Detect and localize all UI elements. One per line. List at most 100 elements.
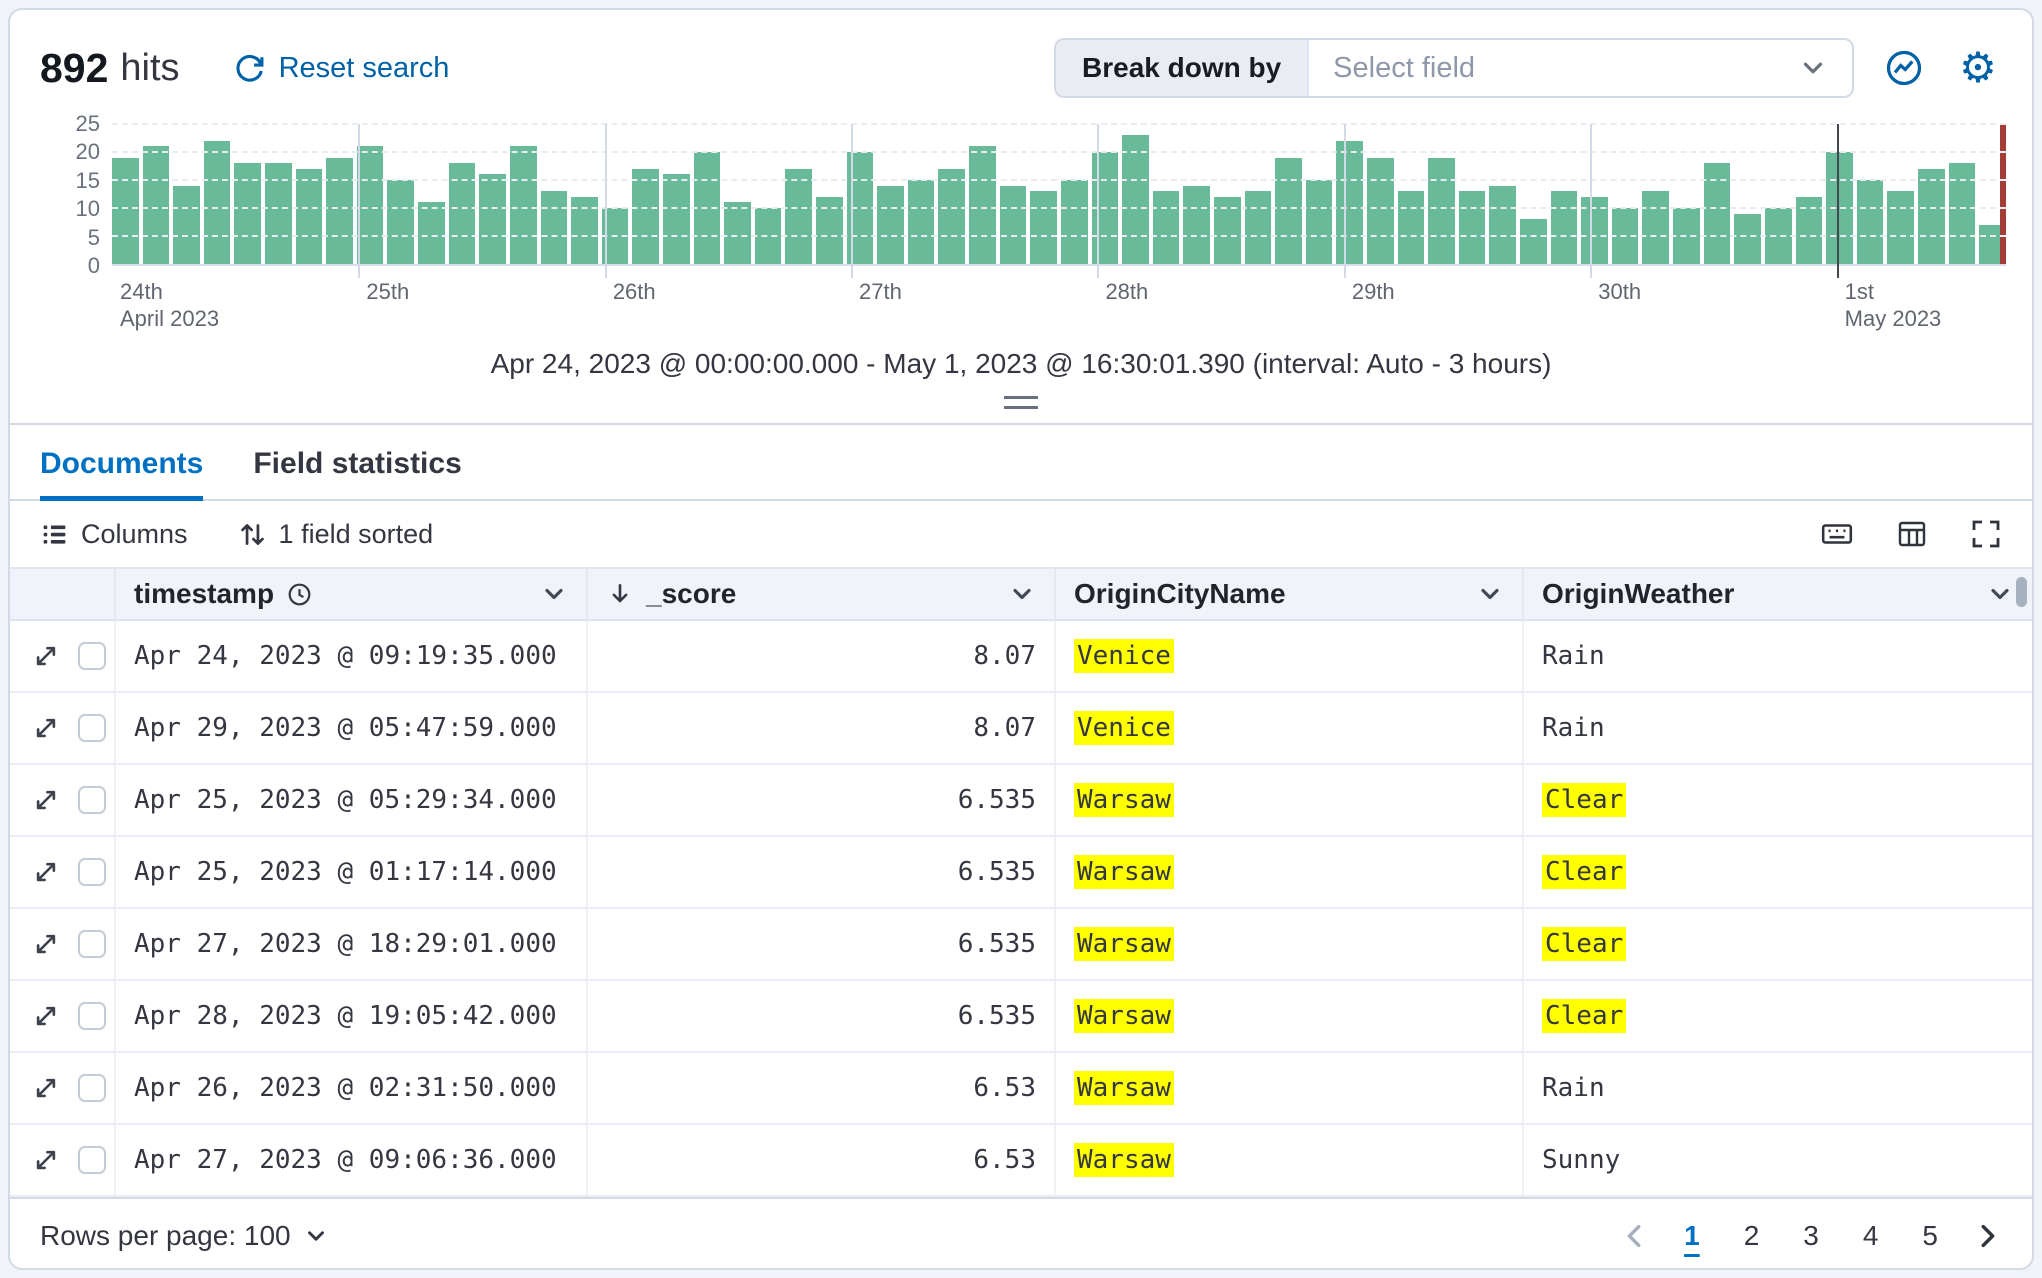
expand-row-icon[interactable] <box>32 858 60 886</box>
expand-row-icon[interactable] <box>32 786 60 814</box>
histogram-bar[interactable] <box>1642 191 1670 264</box>
histogram-bar[interactable] <box>418 202 445 264</box>
histogram-bar[interactable] <box>1458 191 1486 264</box>
histogram-bar[interactable] <box>999 185 1027 264</box>
scrollbar-thumb[interactable] <box>2016 577 2027 607</box>
histogram-bar[interactable] <box>1366 157 1394 264</box>
chevron-down-icon[interactable] <box>1476 580 1504 608</box>
cell-origin-weather[interactable]: Sunny <box>1524 1125 2032 1195</box>
row-checkbox[interactable] <box>78 1074 106 1102</box>
cell-origin-weather[interactable]: Clear <box>1524 909 2032 979</box>
cell-origin-weather[interactable]: Clear <box>1524 765 2032 835</box>
breakdown-field-select[interactable]: Select field <box>1309 40 1852 96</box>
expand-row-icon[interactable] <box>32 714 60 742</box>
pagination-page-4[interactable]: 4 <box>1853 1220 1889 1252</box>
histogram-bar[interactable] <box>1122 135 1149 264</box>
cell-origin-city[interactable]: Warsaw <box>1056 765 1524 835</box>
previous-page-icon[interactable] <box>1620 1221 1650 1251</box>
histogram-bar[interactable] <box>142 146 170 264</box>
cell-origin-weather[interactable]: Clear <box>1524 837 2032 907</box>
cell-origin-weather[interactable]: Rain <box>1524 1053 2032 1123</box>
row-checkbox[interactable] <box>78 858 106 886</box>
histogram-bar[interactable] <box>969 146 996 264</box>
histogram-bar[interactable] <box>326 157 353 264</box>
row-checkbox[interactable] <box>78 714 106 742</box>
histogram-bar[interactable] <box>1183 185 1210 264</box>
histogram-bar[interactable] <box>509 146 537 264</box>
histogram-bar[interactable] <box>295 168 323 264</box>
tab-documents[interactable]: Documents <box>40 447 204 501</box>
pagination-page-5[interactable]: 5 <box>1912 1220 1948 1252</box>
histogram-bar[interactable] <box>1428 157 1455 264</box>
header-origin-weather[interactable]: OriginWeather <box>1524 569 2032 619</box>
cell-timestamp[interactable]: Apr 27, 2023 @ 09:06:36.000 <box>116 1125 588 1195</box>
histogram-bar[interactable] <box>1917 168 1945 264</box>
cell-origin-city[interactable]: Warsaw <box>1056 837 1524 907</box>
cell-origin-city[interactable]: Warsaw <box>1056 1053 1524 1123</box>
cell-timestamp[interactable]: Apr 26, 2023 @ 02:31:50.000 <box>116 1053 588 1123</box>
cell-timestamp[interactable]: Apr 25, 2023 @ 05:29:34.000 <box>116 765 588 835</box>
pagination-page-3[interactable]: 3 <box>1793 1220 1829 1252</box>
row-checkbox[interactable] <box>78 786 106 814</box>
cell-origin-weather[interactable]: Rain <box>1524 621 2032 691</box>
fullscreen-icon[interactable] <box>1970 518 2002 550</box>
chevron-down-icon[interactable] <box>540 580 568 608</box>
cell-timestamp[interactable]: Apr 28, 2023 @ 19:05:42.000 <box>116 981 588 1051</box>
row-checkbox[interactable] <box>78 1146 106 1174</box>
cell-origin-weather[interactable]: Clear <box>1524 981 2032 1051</box>
cell-score[interactable]: 6.535 <box>588 837 1056 907</box>
cell-score[interactable]: 6.535 <box>588 909 1056 979</box>
sort-fields-button[interactable]: 1 field sorted <box>238 519 433 550</box>
chevron-down-icon[interactable] <box>1986 580 2014 608</box>
cell-score[interactable]: 8.07 <box>588 621 1056 691</box>
cell-timestamp[interactable]: Apr 24, 2023 @ 09:19:35.000 <box>116 621 588 691</box>
rows-per-page-button[interactable]: Rows per page: 100 <box>40 1220 329 1252</box>
histogram-bar[interactable] <box>540 191 568 264</box>
histogram-bar[interactable] <box>907 180 935 264</box>
header-score[interactable]: _score <box>588 569 1056 619</box>
histogram-bar[interactable] <box>1275 157 1302 264</box>
cell-score[interactable]: 6.535 <box>588 981 1056 1051</box>
histogram-bar[interactable] <box>877 185 904 264</box>
expand-row-icon[interactable] <box>32 1074 60 1102</box>
histogram-bar[interactable] <box>1856 180 1884 264</box>
row-checkbox[interactable] <box>78 642 106 670</box>
pagination-page-2[interactable]: 2 <box>1734 1220 1770 1252</box>
histogram-bar[interactable] <box>632 168 659 264</box>
histogram-bar[interactable] <box>1030 191 1057 264</box>
row-checkbox[interactable] <box>78 930 106 958</box>
tab-field-statistics[interactable]: Field statistics <box>253 447 461 499</box>
edit-visualization-button[interactable] <box>1880 44 1928 92</box>
histogram-bar[interactable] <box>387 180 415 264</box>
row-checkbox[interactable] <box>78 1002 106 1030</box>
histogram-bar[interactable] <box>203 140 231 264</box>
histogram-bar[interactable] <box>1336 140 1363 264</box>
histogram-bar[interactable] <box>1520 219 1547 264</box>
chart-options-button[interactable]: ⚙ <box>1954 44 2002 92</box>
expand-row-icon[interactable] <box>32 1146 60 1174</box>
resize-handle[interactable] <box>1004 396 1038 409</box>
cell-score[interactable]: 6.53 <box>588 1053 1056 1123</box>
histogram-bar[interactable] <box>1887 191 1914 264</box>
histogram-bar[interactable] <box>938 168 966 264</box>
expand-row-icon[interactable] <box>32 642 60 670</box>
cell-timestamp[interactable]: Apr 29, 2023 @ 05:47:59.000 <box>116 693 588 763</box>
chevron-down-icon[interactable] <box>1008 580 1036 608</box>
header-origin-city[interactable]: OriginCityName <box>1056 569 1524 619</box>
histogram-bar[interactable] <box>1734 213 1761 264</box>
cell-origin-city[interactable]: Venice <box>1056 693 1524 763</box>
histogram-bar[interactable] <box>1305 180 1333 264</box>
histogram-bar[interactable] <box>1152 191 1180 264</box>
histogram-bar[interactable] <box>479 174 506 264</box>
histogram-bar[interactable] <box>662 174 690 264</box>
histogram-bar[interactable] <box>1244 191 1272 264</box>
columns-button[interactable]: Columns <box>40 519 188 550</box>
histogram-bar[interactable] <box>724 202 751 264</box>
cell-origin-city[interactable]: Warsaw <box>1056 981 1524 1051</box>
histogram-bar[interactable] <box>1397 191 1425 264</box>
histogram-bar[interactable] <box>173 185 200 264</box>
histogram-bar[interactable] <box>356 146 384 264</box>
histogram-bar[interactable] <box>1489 185 1517 264</box>
cell-origin-city[interactable]: Venice <box>1056 621 1524 691</box>
keyboard-shortcuts-icon[interactable] <box>1820 517 1854 551</box>
